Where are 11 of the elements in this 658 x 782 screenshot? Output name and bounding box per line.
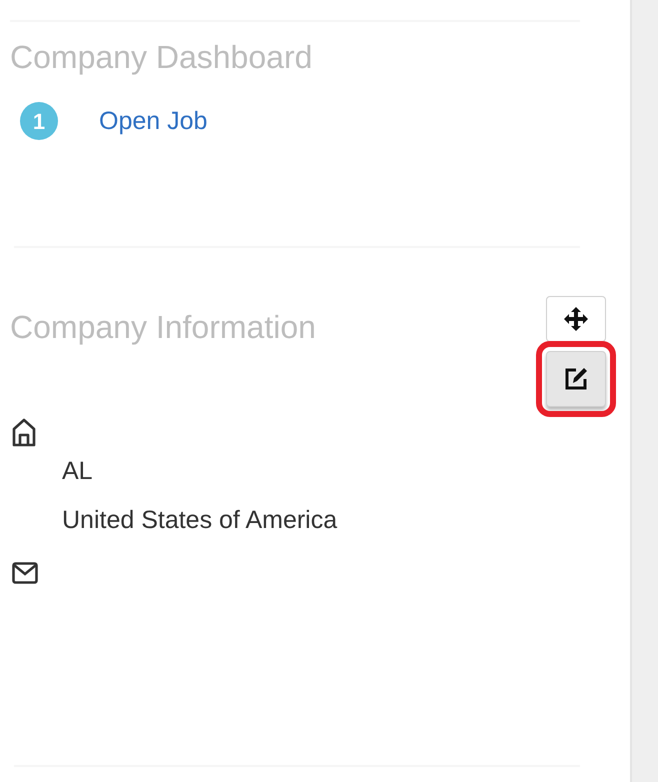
- move-button[interactable]: [546, 296, 606, 342]
- move-icon: [564, 307, 588, 332]
- address-line: AL: [62, 456, 94, 488]
- mail-icon: [12, 562, 38, 584]
- address-line: United States of America: [62, 505, 338, 536]
- edit-icon: [563, 366, 589, 392]
- section-title: Company Information: [10, 308, 316, 348]
- count-badge: 1: [20, 102, 58, 140]
- section-title: Company Dashboard: [10, 38, 314, 76]
- open-job-link[interactable]: Open Job: [99, 102, 208, 140]
- home-icon: [12, 417, 36, 448]
